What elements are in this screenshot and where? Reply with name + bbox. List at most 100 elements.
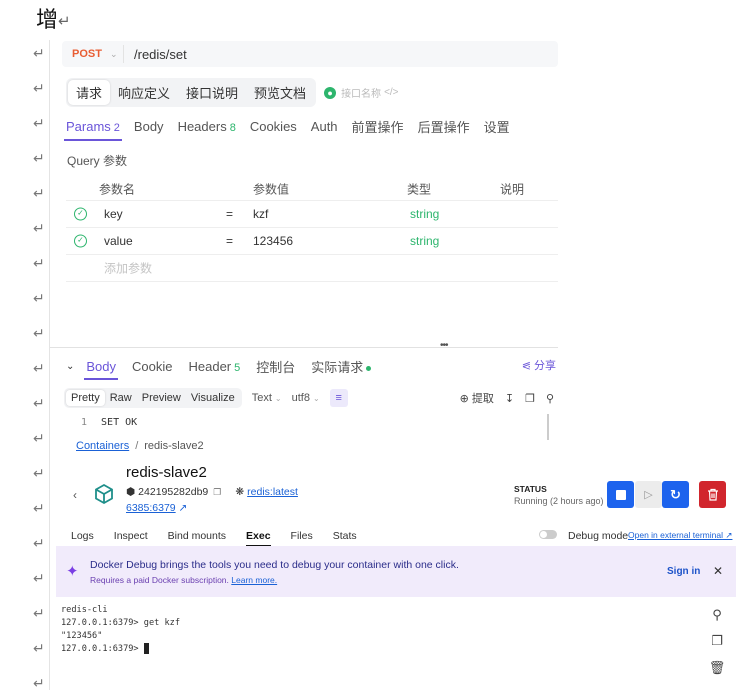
trash-icon[interactable]: 🗑	[708, 660, 726, 678]
tab-files[interactable]: Files	[291, 530, 313, 546]
start-button[interactable]: ▷	[635, 481, 662, 508]
tab-stats[interactable]: Stats	[333, 530, 357, 546]
tab-inspect[interactable]: Inspect	[114, 530, 148, 546]
copy-icon[interactable]: ❐	[708, 633, 726, 651]
tab-request[interactable]: 请求	[68, 80, 111, 105]
add-param-input[interactable]: 添加参数	[104, 260, 152, 277]
url-bar[interactable]: POST ⌄ /redis/set	[62, 41, 558, 67]
share-label: 分享	[534, 360, 556, 372]
image-link[interactable]: redis:latest	[247, 486, 298, 498]
play-icon: ▷	[644, 489, 653, 501]
terminal-cursor	[143, 643, 149, 654]
resize-handle[interactable]: •••	[440, 340, 448, 351]
exec-terminal[interactable]: redis-cli 127.0.0.1:6379> get kzf "123456"…	[61, 604, 180, 656]
count-badge: 5	[234, 362, 241, 374]
extract-button[interactable]: ⊕ 提取	[460, 390, 494, 406]
subtab-body[interactable]: Body	[134, 118, 164, 139]
resp-tab-actual-request[interactable]: 实际请求	[311, 357, 372, 380]
share-button[interactable]: ⪗ 分享	[522, 357, 556, 373]
param-type-select[interactable]: string	[410, 234, 439, 248]
resp-tab-label: 实际请求	[311, 360, 364, 375]
subtab-params[interactable]: Params 2	[64, 118, 122, 141]
back-chevron-icon[interactable]: ‹	[73, 488, 77, 502]
restart-icon: ↻	[670, 486, 681, 502]
banner-sub-text: Requires a paid Docker subscription.	[90, 575, 229, 585]
return-mark: ↵	[33, 641, 45, 657]
subtab-post-ops[interactable]: 后置操作	[418, 116, 470, 141]
scrollbar[interactable]	[547, 414, 549, 440]
subtab-pre-ops[interactable]: 前置操作	[352, 116, 404, 141]
subtab-cookies[interactable]: Cookies	[250, 118, 297, 139]
restart-button[interactable]: ↻	[662, 481, 689, 508]
col-param-value: 参数值	[253, 182, 290, 196]
select-value: Text	[251, 392, 272, 404]
download-icon[interactable]: ↧	[505, 392, 514, 405]
return-mark: ↵	[33, 186, 45, 202]
resp-tab-console[interactable]: 控制台	[256, 357, 295, 380]
text-type-select[interactable]: Text ⌄	[252, 392, 282, 404]
return-mark: ↵	[33, 81, 45, 97]
param-value-field[interactable]: 123456	[253, 234, 293, 248]
breadcrumb-containers-link[interactable]: Containers	[76, 440, 129, 452]
subtab-label: Cookies	[249, 119, 297, 134]
tab-logs[interactable]: Logs	[71, 530, 94, 546]
url-input[interactable]: /redis/set	[124, 47, 187, 62]
return-mark: ↵	[33, 361, 45, 377]
copy-icon[interactable]: ❐	[525, 392, 535, 405]
tab-preview-doc[interactable]: 预览文档	[246, 80, 314, 105]
param-name-field[interactable]: value	[104, 234, 133, 248]
param-name-field[interactable]: key	[104, 207, 123, 221]
subtab-settings[interactable]: 设置	[484, 116, 510, 141]
response-actions: ⊕ 提取 ↧ ❐ ⚲	[460, 390, 554, 406]
delete-button[interactable]	[699, 481, 726, 508]
breadcrumb-current: redis-slave2	[144, 440, 204, 452]
encoding-select[interactable]: utf8 ⌄	[292, 392, 320, 404]
format-raw[interactable]: Raw	[105, 390, 137, 406]
breadcrumb-separator: /	[135, 440, 139, 452]
globe-icon[interactable]: ●	[324, 86, 337, 99]
tab-api-description[interactable]: 接口说明	[178, 80, 246, 105]
debug-mode-toggle[interactable]	[539, 530, 557, 539]
collapse-chevron-icon[interactable]: ⌄	[66, 361, 74, 376]
search-icon[interactable]: ⚲	[708, 607, 726, 625]
tab-exec[interactable]: Exec	[246, 530, 271, 547]
image-icon: ❋	[235, 486, 245, 498]
method-select[interactable]: POST ⌄	[62, 45, 124, 63]
subtab-auth[interactable]: Auth	[311, 118, 338, 139]
format-preview[interactable]: Preview	[137, 390, 186, 406]
sparkle-icon: ✦	[66, 563, 79, 580]
check-circle-icon[interactable]: ✓	[74, 207, 87, 221]
port-link[interactable]: 6385:6379	[126, 502, 176, 514]
format-visualize[interactable]: Visualize	[186, 390, 240, 406]
subtab-headers[interactable]: Headers 8	[178, 118, 236, 139]
stop-button[interactable]	[607, 481, 634, 508]
param-value-field[interactable]: kzf	[253, 207, 268, 221]
line-number: 1	[81, 417, 88, 428]
tab-response-definition[interactable]: 响应定义	[110, 80, 178, 105]
search-icon[interactable]: ⚲	[546, 392, 554, 405]
learn-more-link[interactable]: Learn more.	[231, 575, 277, 585]
tab-bind-mounts[interactable]: Bind mounts	[168, 530, 226, 546]
container-id: 242195282db9	[138, 486, 209, 498]
return-mark: ↵	[58, 12, 71, 30]
sign-in-button[interactable]: Sign in	[667, 566, 700, 577]
close-icon[interactable]: ✕	[713, 564, 723, 578]
check-circle-icon[interactable]: ✓	[74, 234, 87, 248]
external-link-icon[interactable]: ↗	[176, 502, 188, 514]
code-icon[interactable]: </>	[384, 87, 398, 98]
resp-tab-header[interactable]: Header 5	[189, 359, 241, 378]
subtab-label: Body	[133, 119, 164, 134]
api-name-input[interactable]: 接口名称	[341, 85, 381, 100]
copy-id-icon[interactable]: ❐	[213, 487, 221, 498]
return-mark: ↵	[33, 221, 45, 237]
format-tab-group: Pretty Raw Preview Visualize	[64, 388, 242, 408]
resp-tab-body[interactable]: Body	[84, 359, 118, 380]
wrap-lines-icon[interactable]: ≡	[329, 389, 348, 407]
open-external-terminal-link[interactable]: Open in external terminal ↗	[628, 530, 732, 541]
format-pretty[interactable]: Pretty	[66, 390, 105, 406]
resp-tab-cookie[interactable]: Cookie	[132, 359, 172, 378]
param-type-select[interactable]: string	[410, 207, 439, 221]
table-row: ✓ value = 123456 string	[66, 228, 558, 255]
chevron-down-icon: ⌄	[274, 394, 282, 403]
stop-icon	[615, 489, 626, 500]
